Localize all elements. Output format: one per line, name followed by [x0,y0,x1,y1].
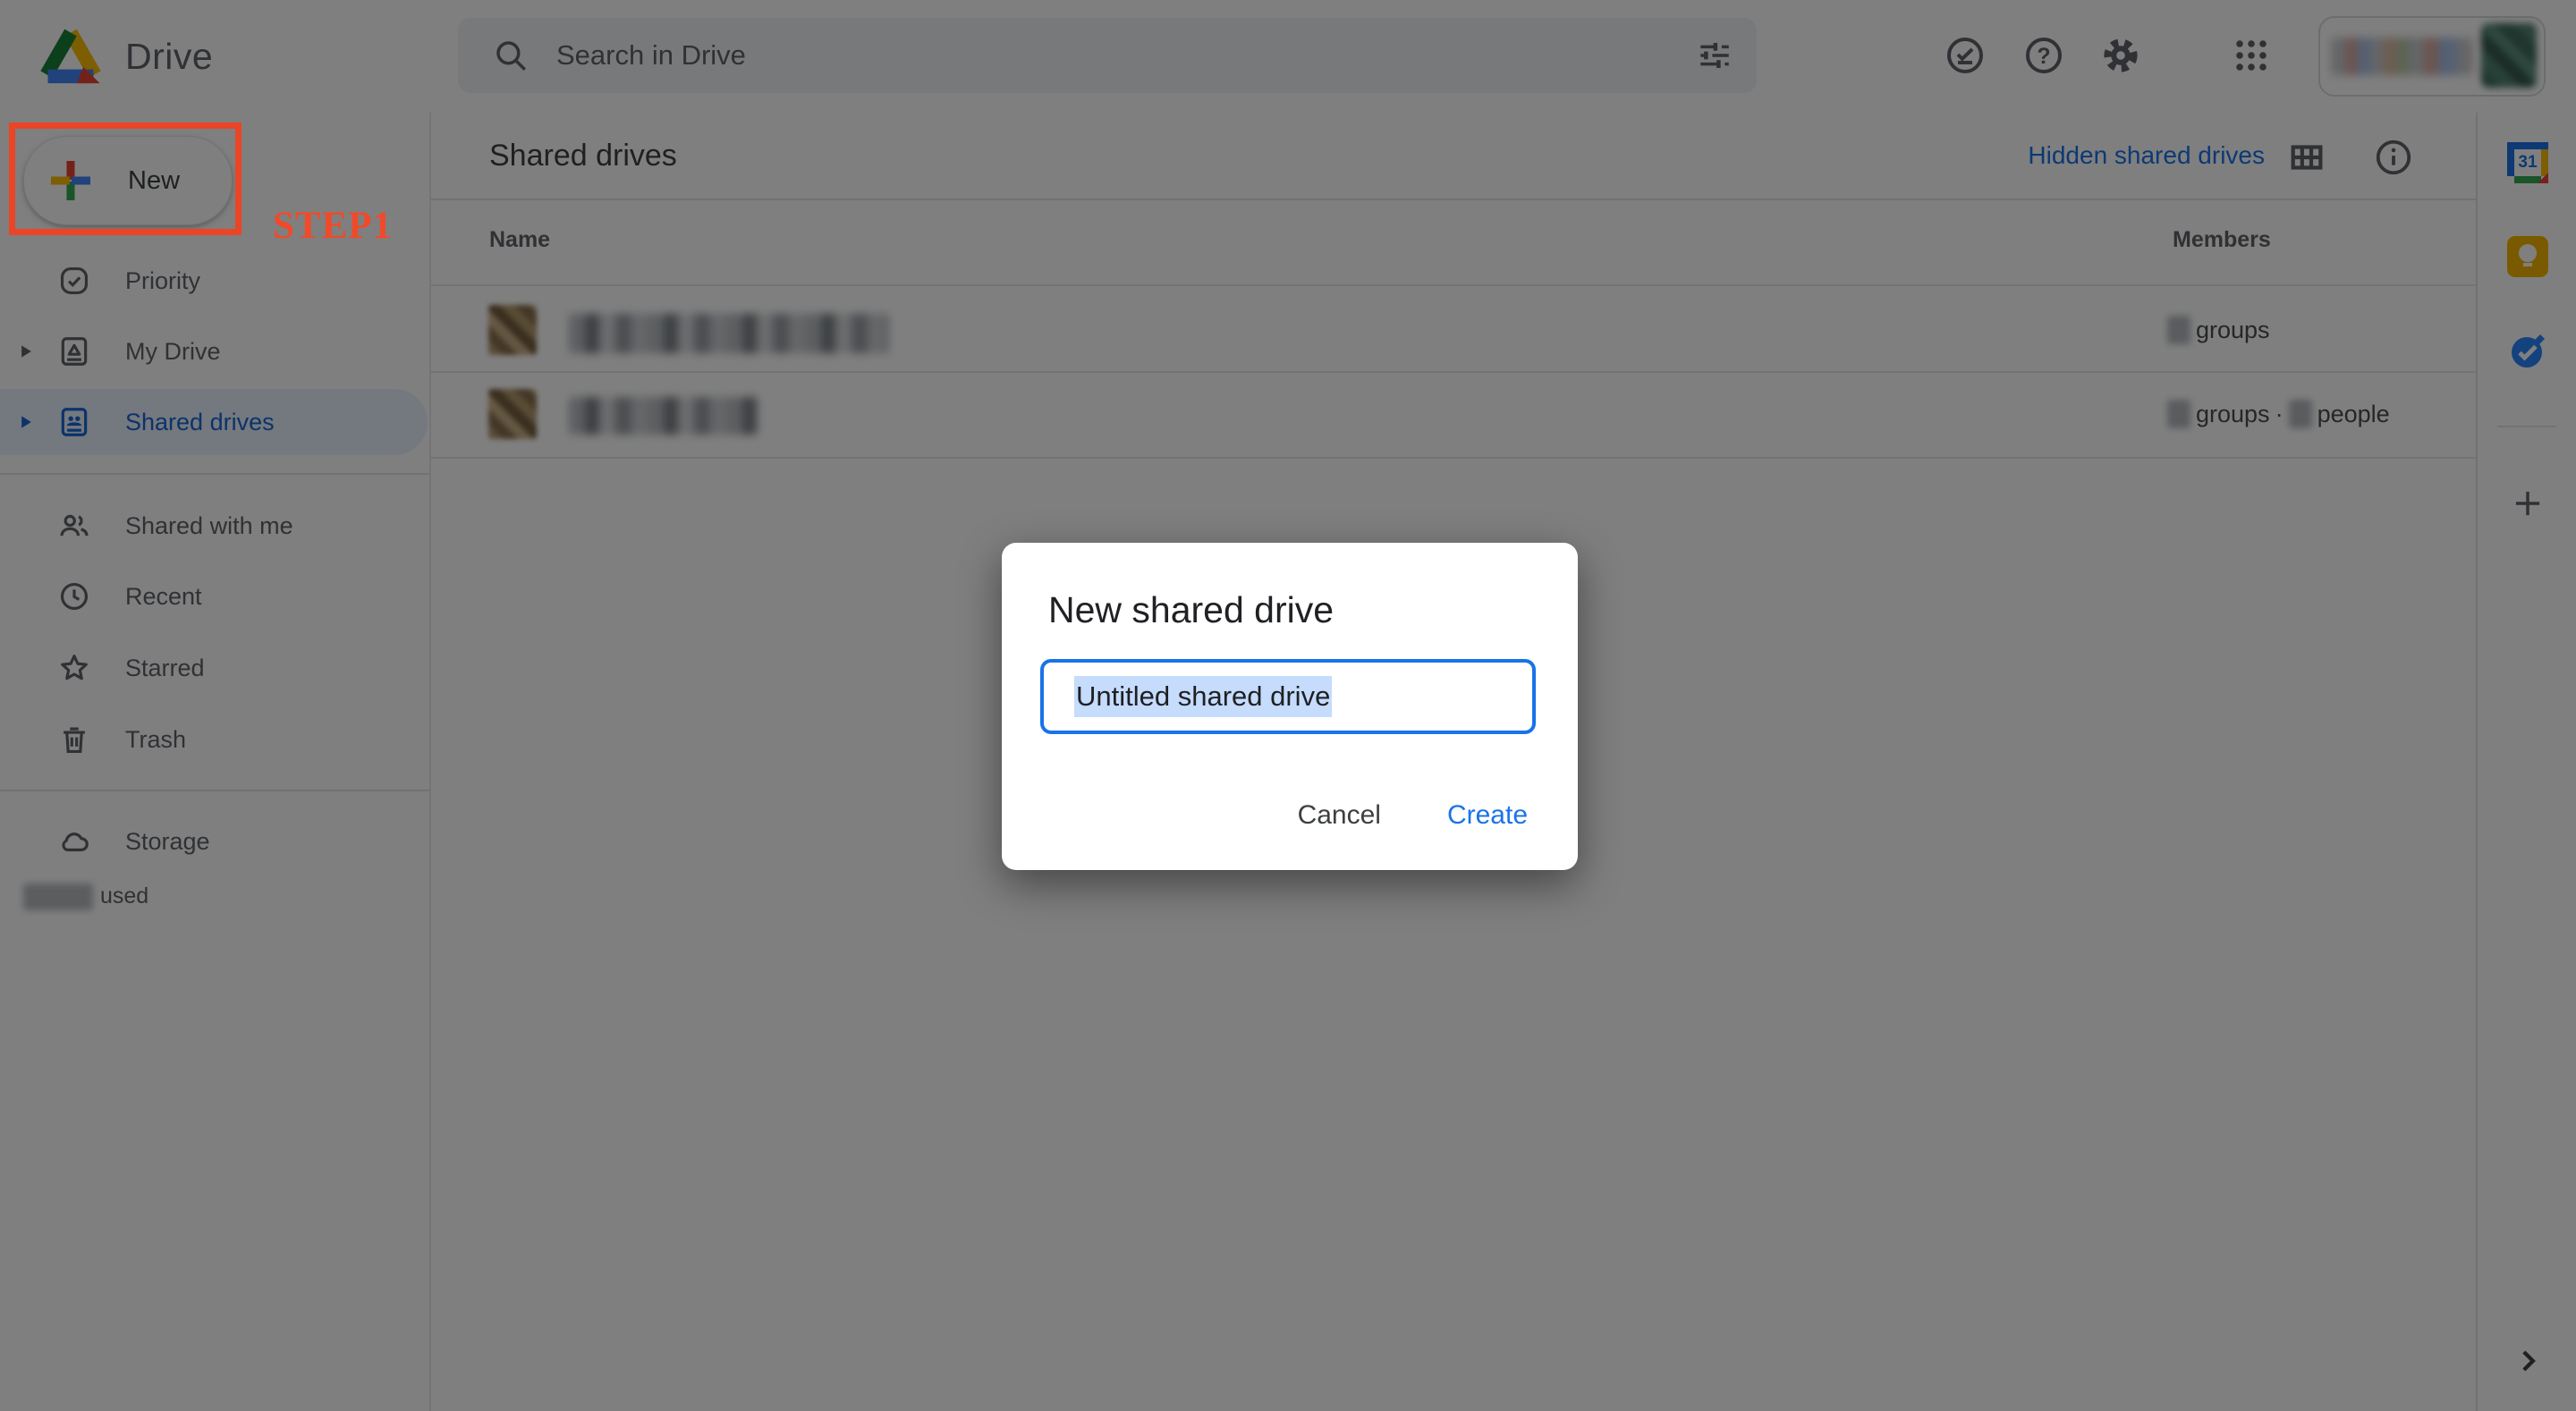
new-shared-drive-dialog: New shared drive Untitled shared drive C… [1002,543,1578,870]
drive-name-input-value: Untitled shared drive [1074,676,1332,717]
create-button[interactable]: Create [1447,800,1528,831]
annotation-highlight-box [9,123,242,235]
cancel-button[interactable]: Cancel [1298,800,1381,831]
annotation-step-label: STEP1 [273,204,393,248]
drive-name-input[interactable]: Untitled shared drive [1040,659,1536,734]
dialog-buttons: Cancel Create [1298,800,1528,831]
dialog-title: New shared drive [1048,589,1334,631]
